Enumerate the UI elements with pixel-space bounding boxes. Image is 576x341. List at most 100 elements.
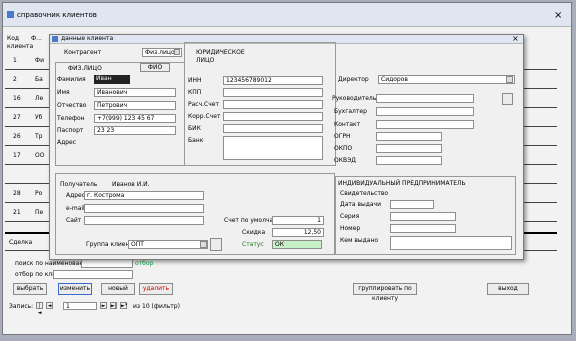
passport-input[interactable]: 23 23 [94, 126, 176, 135]
delivery-address-label: Адрес [66, 192, 86, 199]
lastname-label: Фамилия [57, 76, 86, 83]
discount-label: Скидка [242, 229, 266, 236]
contact-label: Контакт [334, 121, 361, 128]
ogrn-input[interactable] [376, 132, 442, 141]
search-input[interactable] [81, 259, 133, 268]
director-action-button[interactable] [502, 93, 513, 105]
group-dropdown-icon[interactable] [200, 241, 207, 248]
director-input[interactable]: Сидоров [378, 75, 515, 84]
row-name: ОО [35, 152, 45, 159]
row-code: 16 [13, 95, 21, 102]
accountant-input[interactable] [376, 107, 474, 116]
grid-header-name[interactable]: Ф... [31, 35, 42, 43]
site-input[interactable] [84, 216, 204, 225]
kpp-input[interactable] [223, 88, 323, 97]
edit-button[interactable]: изменить [58, 283, 92, 295]
recipient-value: Иванов И.И. [112, 181, 150, 188]
search-button[interactable]: отбор [135, 260, 153, 268]
okved-label: ОКВЭД [334, 157, 356, 164]
main-window-title: справочник клиентов [17, 11, 97, 19]
delivery-address-input[interactable]: г. Кострома [84, 191, 204, 200]
fio-button[interactable]: ФИО [140, 63, 170, 72]
new-record-icon[interactable]: ►* [120, 302, 127, 309]
series-input[interactable] [390, 212, 456, 221]
bik-input[interactable] [223, 124, 323, 133]
close-icon[interactable]: × [554, 10, 562, 21]
issued-by-input[interactable] [390, 236, 512, 250]
patronymic-label: Отчество [57, 102, 87, 109]
issue-date-label: Дата выдачи [340, 201, 381, 208]
email-label: e-mail [66, 205, 85, 212]
exit-button[interactable]: выход [487, 283, 529, 295]
firstname-label: Имя [57, 89, 70, 96]
passport-label: Паспорт [57, 127, 84, 134]
firstname-input[interactable]: Иванович [94, 88, 176, 97]
row-name: Фи [35, 57, 45, 64]
status-field[interactable]: ОК [272, 240, 322, 249]
row-name: Ле [35, 95, 44, 102]
row-name: Ба [35, 76, 43, 83]
legal-frame-title: ЮРИДИЧЕСКОЕ ЛИЦО [196, 49, 245, 64]
dialog-title: данные клиента [61, 35, 114, 42]
bank-input[interactable] [223, 136, 323, 160]
group-action-button[interactable] [210, 238, 222, 251]
current-record-input[interactable]: 1 [63, 302, 97, 310]
corr-account-label: Корр.Счет [188, 113, 221, 120]
director-label: Директор [338, 76, 369, 83]
first-record-icon[interactable]: |◄ [36, 302, 43, 316]
email-input[interactable] [84, 204, 204, 213]
director-dropdown-icon[interactable] [506, 76, 513, 83]
patronymic-input[interactable]: Петрович [94, 101, 176, 110]
group-button[interactable]: группировать по клиенту [353, 283, 417, 302]
row-selected-label: Сделка [9, 239, 33, 246]
grid-header-code[interactable]: Код клиента [7, 35, 33, 51]
dialog-icon [52, 36, 58, 42]
certificate-label: Свидетельство [340, 190, 389, 197]
dropdown-icon[interactable] [174, 49, 180, 55]
app-icon [7, 11, 14, 18]
discount-input[interactable]: 12,50 [272, 228, 324, 237]
record-nav-label: Запись: [9, 303, 34, 310]
accountant-label: Бухгалтер [334, 108, 367, 115]
position-input[interactable] [376, 94, 474, 103]
kpp-label: КПП [188, 89, 202, 96]
phone-input[interactable]: +7(999) 123 45 67 [94, 114, 176, 123]
address-label: Адрес [57, 139, 77, 146]
row-code: 2 [13, 76, 17, 83]
select-button[interactable]: выбрать [13, 283, 47, 295]
corr-account-input[interactable] [223, 112, 323, 121]
okved-input[interactable] [376, 156, 442, 165]
individual-frame-title: ФИЗ.ЛИЦО [68, 65, 102, 72]
account-input[interactable] [223, 100, 323, 109]
new-button[interactable]: новый [101, 283, 135, 295]
prev-record-icon[interactable]: ◄ [46, 302, 53, 309]
next-record-icon[interactable]: ► [100, 302, 107, 309]
bik-label: БИК [188, 125, 201, 132]
status-label: Статус [242, 241, 264, 248]
okpo-input[interactable] [376, 144, 442, 153]
site-label: Сайт [66, 217, 82, 224]
row-code: 26 [13, 133, 21, 140]
account-label: Расч.Счет [188, 101, 219, 108]
contact-input[interactable] [376, 120, 474, 129]
main-titlebar: справочник клиентов × [3, 3, 571, 27]
dialog-close-icon[interactable]: × [512, 35, 519, 43]
row-name: Пе [35, 209, 44, 216]
filter-input[interactable] [53, 270, 133, 279]
recipient-label: Получатель [60, 181, 98, 188]
number-input[interactable] [390, 224, 456, 233]
ogrn-label: ОГРН [334, 133, 351, 140]
inn-input[interactable]: 123456789012 [223, 76, 323, 85]
bank-label: Банк [188, 137, 204, 144]
delete-button[interactable]: удалить [139, 283, 173, 295]
last-record-icon[interactable]: ►| [110, 302, 117, 309]
row-code: 27 [13, 114, 21, 121]
default-count-input[interactable]: 1 [272, 216, 324, 225]
client-type-label: Контрагент [64, 49, 102, 56]
client-group-select[interactable]: ОПТ [128, 240, 208, 249]
record-count: из 10 (фильтр) [133, 303, 180, 310]
issue-date-input[interactable] [390, 200, 434, 209]
row-code: 17 [13, 152, 21, 159]
row-name: Тр [35, 133, 43, 140]
lastname-input[interactable]: Иван [94, 75, 130, 84]
